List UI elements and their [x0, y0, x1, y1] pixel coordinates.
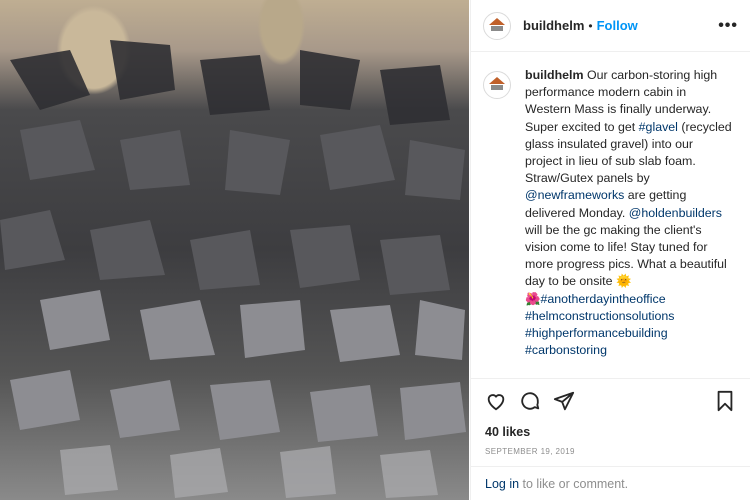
- header-username[interactable]: buildhelm: [523, 18, 584, 33]
- post-photo[interactable]: [0, 0, 469, 500]
- gravel-image: [0, 40, 466, 498]
- post-date: SEPTEMBER 19, 2019: [485, 447, 575, 456]
- save-button[interactable]: [714, 390, 736, 412]
- like-button[interactable]: [485, 390, 507, 412]
- post-header: buildhelm • Follow •••: [471, 0, 750, 52]
- caption-username[interactable]: buildhelm: [525, 68, 584, 82]
- separator-dot: •: [588, 18, 593, 33]
- avatar[interactable]: [483, 11, 511, 40]
- share-icon: [553, 391, 575, 411]
- hashtag-helmconstructionsolutions[interactable]: #helmconstructionsolutions: [525, 309, 674, 323]
- hashtag-glavel[interactable]: #glavel: [639, 120, 678, 134]
- more-options-icon[interactable]: •••: [718, 17, 738, 35]
- bookmark-icon: [717, 390, 733, 412]
- likes-count[interactable]: 40 likes: [485, 425, 736, 439]
- login-prompt-text: to like or comment.: [519, 477, 629, 491]
- caption-text: buildhelm Our carbon-storing high perfor…: [525, 67, 733, 359]
- mention-holdenbuilders[interactable]: @holdenbuilders: [629, 206, 722, 220]
- flower-emoji: 🌺: [525, 291, 541, 306]
- hashtag-highperformancebuilding[interactable]: #highperformancebuilding: [525, 326, 668, 340]
- action-bar: 40 likes SEPTEMBER 19, 2019: [471, 378, 750, 456]
- post-sidebar: buildhelm • Follow ••• buildhelm Our car…: [470, 0, 750, 500]
- helm-logo-icon: [489, 17, 505, 31]
- action-icons: [485, 389, 736, 413]
- comment-icon: [521, 392, 540, 410]
- sun-emoji: 🌞: [615, 274, 632, 289]
- share-button[interactable]: [553, 390, 575, 412]
- avatar[interactable]: [483, 71, 511, 99]
- follow-button[interactable]: Follow: [597, 18, 638, 33]
- hashtag-anotherdayintheoffice[interactable]: #anotherdayintheoffice: [540, 292, 665, 306]
- add-comment-area: Log in to like or comment.: [471, 466, 750, 500]
- comment-button[interactable]: [519, 390, 541, 412]
- heart-icon: [487, 394, 505, 411]
- comments-area[interactable]: buildhelm Our carbon-storing high perfor…: [471, 53, 750, 368]
- helm-logo-icon: [489, 77, 505, 90]
- login-link[interactable]: Log in: [485, 477, 519, 491]
- hashtag-carbonstoring[interactable]: #carbonstoring: [525, 343, 607, 357]
- mention-newframeworks[interactable]: @newframeworks: [525, 188, 624, 202]
- caption-row: buildhelm Our carbon-storing high perfor…: [483, 67, 738, 359]
